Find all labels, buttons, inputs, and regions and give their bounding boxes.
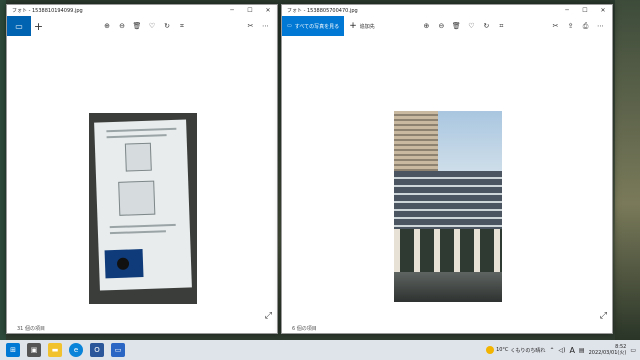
task-view-icon[interactable]: ▣ (27, 343, 41, 357)
document-paper (94, 119, 192, 291)
maximize-button[interactable]: ☐ (576, 5, 594, 16)
item-count: 6 個の項目 (292, 325, 317, 332)
add-to-button[interactable]: + 追加先 (344, 20, 380, 31)
share-icon[interactable]: ⇪ (563, 19, 578, 34)
edit-icon[interactable]: ✂ (548, 19, 563, 34)
doc-text-line (109, 230, 166, 235)
minimize-button[interactable]: ─ (558, 5, 576, 16)
title-bar[interactable]: フォト - 1538810194099.jpg ─ ☐ ✕ (7, 5, 277, 16)
rotate-icon[interactable]: ↻ (479, 19, 494, 34)
file-explorer-icon[interactable]: ▬ (48, 343, 62, 357)
zoom-in-icon[interactable]: ⊕ (100, 19, 115, 34)
plus-icon: + (349, 20, 357, 31)
weather-text: くもりのち晴れ (510, 347, 546, 354)
notification-icon[interactable]: ▭ (630, 347, 636, 354)
close-button[interactable]: ✕ (259, 5, 277, 16)
edit-icon[interactable]: ✂ (243, 19, 258, 34)
more-icon[interactable]: ⋯ (258, 19, 273, 34)
photo-canvas[interactable] (282, 36, 612, 323)
clock-date: 2022/03/01(火) (588, 350, 627, 356)
fullscreen-icon[interactable]: ⤢ (265, 311, 272, 321)
more-icon[interactable]: ⋯ (593, 19, 608, 34)
window-title: フォト - 1538805700470.jpg (287, 8, 358, 14)
title-bar[interactable]: フォト - 1538805700470.jpg ─ ☐ ✕ (282, 5, 612, 16)
see-all-photos-button[interactable]: ▭ (7, 16, 31, 36)
edge-icon[interactable]: e (69, 343, 83, 357)
clock[interactable]: 8:52 2022/03/01(火) (589, 344, 627, 356)
photo-street (394, 272, 502, 302)
photo-canvas[interactable] (7, 36, 277, 323)
start-icon[interactable]: ⊞ (6, 343, 20, 357)
favorite-icon[interactable]: ♡ (464, 19, 479, 34)
gallery-icon: ▭ (15, 21, 23, 31)
photo-scanned-document[interactable] (89, 113, 197, 304)
ime-indicator[interactable]: A (569, 346, 574, 355)
weather-temp: 10°C (496, 347, 509, 353)
photos-window-left[interactable]: フォト - 1538810194099.jpg ─ ☐ ✕ ▭ + ⊕ ⊖ 🗑 … (6, 4, 278, 334)
desktop-edge-right (615, 0, 640, 340)
delete-icon[interactable]: 🗑 (449, 19, 464, 34)
taskbar: ⊞ ▣ ▬ e O ▭ 10°C くもりのち晴れ ⌃ ◁) A ▤ 8:52 2… (0, 340, 640, 360)
weather-sun-icon (486, 346, 495, 354)
photo-building[interactable] (394, 111, 502, 302)
item-count: 31 個の項目 (17, 325, 45, 332)
rotate-icon[interactable]: ↻ (160, 19, 175, 34)
crop-icon[interactable]: ⌗ (494, 19, 509, 34)
chevron-up-icon[interactable]: ⌃ (549, 347, 554, 354)
minimize-button[interactable]: ─ (223, 5, 241, 16)
outlook-icon[interactable]: O (90, 343, 104, 357)
photos-icon[interactable]: ▭ (111, 343, 125, 357)
toolbar: ▭ + ⊕ ⊖ 🗑 ♡ ↻ ⌗ ✂ ⋯ (7, 16, 277, 36)
speaker-icon[interactable]: ◁) (558, 347, 565, 354)
favorite-icon[interactable]: ♡ (145, 19, 160, 34)
doc-diagram-box (118, 180, 156, 216)
see-all-photos-button[interactable]: ▭ すべての写真を見る (282, 16, 345, 36)
photo-mall-columns (394, 229, 502, 274)
photos-window-right[interactable]: フォト - 1538805700470.jpg ─ ☐ ✕ ▭ すべての写真を見… (281, 4, 613, 334)
add-to-button[interactable]: + (31, 19, 46, 34)
doc-text-line (106, 134, 167, 139)
toolbar: ▭ すべての写真を見る + 追加先 ⊕ ⊖ 🗑 ♡ ↻ ⌗ ✂ ⇪ ⎙ ⋯ (282, 16, 612, 36)
add-to-label: 追加先 (359, 23, 375, 30)
doc-blue-card (104, 249, 144, 279)
doc-text-line (106, 127, 177, 133)
window-title: フォト - 1538810194099.jpg (12, 8, 83, 14)
maximize-button[interactable]: ☐ (241, 5, 259, 16)
close-button[interactable]: ✕ (594, 5, 612, 16)
zoom-in-icon[interactable]: ⊕ (419, 19, 434, 34)
network-icon[interactable]: ▤ (579, 347, 585, 354)
zoom-out-icon[interactable]: ⊖ (115, 19, 130, 34)
fullscreen-icon[interactable]: ⤢ (600, 311, 607, 321)
see-all-label: すべての写真を見る (294, 23, 340, 30)
weather-widget[interactable]: 10°C くもりのち晴れ (486, 346, 545, 354)
gallery-icon: ▭ (287, 23, 292, 29)
print-icon[interactable]: ⎙ (578, 19, 593, 34)
status-bar: 6 個の項目 (282, 323, 612, 333)
crop-icon[interactable]: ⌗ (175, 19, 190, 34)
system-tray: 10°C くもりのち晴れ ⌃ ◁) A ▤ 8:52 2022/03/01(火)… (486, 344, 640, 356)
doc-text-line (109, 223, 176, 229)
delete-icon[interactable]: 🗑 (130, 19, 145, 34)
doc-map-box (124, 142, 152, 172)
status-bar: 31 個の項目 (7, 323, 277, 333)
zoom-out-icon[interactable]: ⊖ (434, 19, 449, 34)
